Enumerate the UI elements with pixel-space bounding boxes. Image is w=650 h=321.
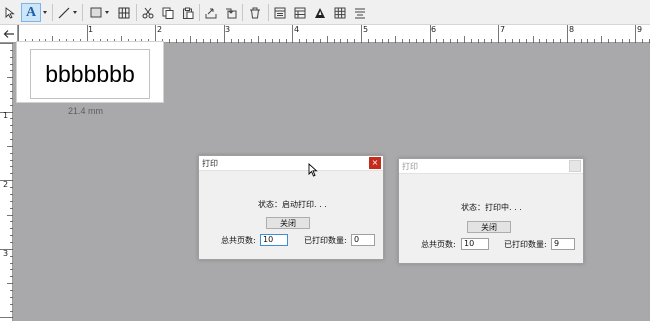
- line-tool-button[interactable]: [56, 3, 78, 22]
- toolbar: A: [0, 0, 650, 25]
- ruler-number: 6: [431, 25, 437, 34]
- barcode-icon: [118, 7, 130, 19]
- ruler-number: 1: [88, 25, 94, 34]
- barcode-tool-button[interactable]: [115, 3, 133, 22]
- grid-button[interactable]: [332, 3, 348, 22]
- arrow-left-icon: [3, 24, 15, 43]
- text-tool-button[interactable]: A: [21, 3, 41, 22]
- import-icon: [225, 7, 237, 19]
- close-icon[interactable]: [569, 160, 581, 172]
- total-pages-field[interactable]: 10: [461, 238, 489, 250]
- print-status: 状态：打印中. . .: [461, 203, 522, 212]
- rectangle-icon: [90, 7, 102, 18]
- chevron-down-icon: [104, 11, 109, 14]
- total-pages-label: 总共页数:: [421, 240, 456, 249]
- ruler-number: 9: [637, 25, 643, 34]
- total-pages-label: 总共页数:: [221, 236, 256, 245]
- ruler-number: 5: [363, 25, 369, 34]
- ruler-number: 7: [500, 25, 506, 34]
- print-status: 状态：启动打印. . .: [258, 200, 327, 209]
- close-icon[interactable]: ×: [369, 157, 381, 169]
- label-width-readout: 21.4 mm: [68, 106, 104, 116]
- dialog-title-bar[interactable]: 打印 ×: [199, 156, 383, 171]
- align-button[interactable]: [352, 3, 368, 22]
- layout-button[interactable]: [272, 3, 288, 22]
- font-button[interactable]: [312, 3, 328, 22]
- label-paper[interactable]: bbbbbbb: [16, 41, 164, 103]
- ruler-number: 8: [569, 25, 575, 34]
- layout-icon: [274, 7, 286, 19]
- label-text: bbbbbbb: [45, 60, 135, 87]
- ruler-number: 2: [157, 25, 163, 34]
- printed-count-label: 已打印数量:: [504, 240, 547, 249]
- scissors-icon: [142, 7, 154, 19]
- copy-button[interactable]: [160, 3, 176, 22]
- close-button[interactable]: 关闭: [467, 221, 511, 233]
- grid-icon: [334, 7, 346, 19]
- trash-icon: [249, 7, 261, 19]
- paste-icon: [182, 7, 194, 19]
- import-button[interactable]: [223, 3, 239, 22]
- export-button[interactable]: [203, 3, 219, 22]
- chevron-down-icon: [72, 11, 77, 14]
- ruler-number: 2: [3, 180, 9, 189]
- ruler-number: 1: [3, 111, 9, 120]
- ruler-number: 4: [294, 25, 300, 34]
- printed-count-field[interactable]: 9: [551, 238, 575, 250]
- copy-icon: [162, 7, 174, 19]
- paste-button[interactable]: [180, 3, 196, 22]
- print-dialog: 打印 × 状态：启动打印. . . 关闭 总共页数: 10 已打印数量: 0: [198, 155, 384, 260]
- total-pages-field[interactable]: 10: [260, 234, 288, 246]
- printed-count-label: 已打印数量:: [304, 236, 347, 245]
- close-button[interactable]: 关闭: [266, 217, 310, 229]
- cut-button[interactable]: [140, 3, 156, 22]
- text-object[interactable]: bbbbbbb: [30, 49, 150, 99]
- dialog-title: 打印: [202, 159, 218, 168]
- export-icon: [205, 7, 217, 19]
- align-icon: [354, 7, 366, 19]
- printed-count-field[interactable]: 0: [351, 234, 375, 246]
- font-a-icon: [314, 7, 326, 19]
- text-tool-dropdown[interactable]: [41, 3, 49, 22]
- ruler-number: 3: [3, 249, 9, 258]
- delete-button[interactable]: [247, 3, 263, 22]
- arrow-pointer-icon: [5, 6, 15, 19]
- rectangle-tool-button[interactable]: [87, 3, 111, 22]
- vertical-ruler: 1 2 3: [0, 43, 13, 321]
- select-tool-button[interactable]: [2, 3, 18, 22]
- mouse-cursor-icon: [308, 162, 318, 181]
- print-dialog-inactive: 打印 状态：打印中. . . 关闭 总共页数: 10 已打印数量: 9: [398, 158, 584, 264]
- text-a-icon: A: [25, 4, 37, 20]
- table-button[interactable]: [292, 3, 308, 22]
- table-icon: [294, 7, 306, 19]
- ruler-number: 3: [225, 25, 231, 34]
- dialog-title-bar[interactable]: 打印: [399, 159, 583, 174]
- dialog-title: 打印: [402, 162, 418, 171]
- line-icon: [58, 7, 70, 19]
